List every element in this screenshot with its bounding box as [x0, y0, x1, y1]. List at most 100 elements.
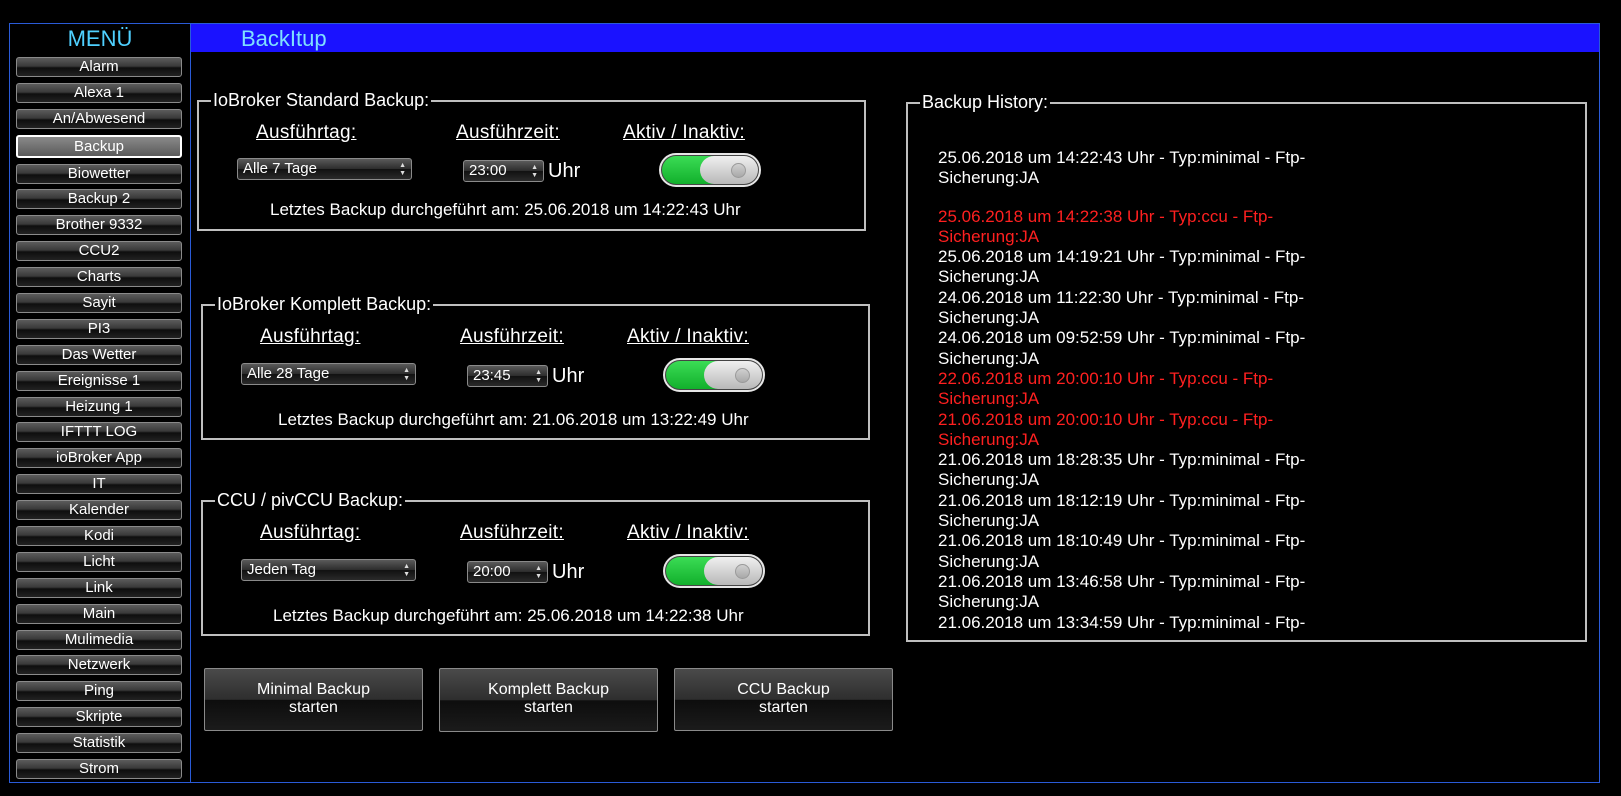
sidebar-item-brother-9332[interactable]: Brother 9332 — [16, 215, 182, 236]
sidebar-item-ereignisse-1[interactable]: Ereignisse 1 — [16, 370, 182, 391]
time-select-value: 23:00 — [469, 162, 507, 179]
sidebar-item-skripte[interactable]: Skripte — [16, 707, 182, 728]
minimal-backup-button[interactable]: Minimal Backup starten — [204, 668, 423, 731]
komplett-backup-button[interactable]: Komplett Backup starten — [439, 668, 658, 732]
standard-backup-group: IoBroker Standard Backup: Ausführtag: Au… — [197, 90, 866, 231]
history-entry-line1: 25.06.2018 um 14:22:38 Uhr - Typ:ccu - F… — [938, 206, 1274, 226]
last-backup-text: Letztes Backup durchgeführt am: 25.06.20… — [273, 606, 744, 625]
active-label: Aktiv / Inaktiv: — [627, 522, 750, 543]
history-entry: 21.06.2018 um 18:10:49 Uhr - Typ:minimal… — [938, 531, 1338, 572]
history-entry-line2: Sicherung:JA — [938, 226, 1040, 246]
toggle-knob — [704, 361, 762, 389]
unit-label: Uhr — [548, 160, 581, 182]
updown-caret-icon: ▲ ▼ — [399, 162, 406, 177]
sidebar-item-iobroker-app[interactable]: ioBroker App — [16, 448, 182, 469]
history-entry-line2: Sicherung:JA — [938, 267, 1040, 287]
sidebar-item-strom[interactable]: Strom — [16, 759, 182, 780]
time-label: Ausführzeit: — [456, 122, 560, 143]
history-entry: 22.06.2018 um 20:00:10 Uhr - Typ:ccu - F… — [938, 369, 1338, 410]
sidebar-item-backup[interactable]: Backup — [16, 134, 182, 158]
toggle-knob — [704, 557, 762, 585]
sidebar-item-sayit[interactable]: Sayit — [16, 293, 182, 314]
history-entry: 25.06.2018 um 14:22:38 Uhr - Typ:ccu - F… — [938, 207, 1338, 248]
history-entry-line2: Sicherung:JA — [938, 592, 1040, 612]
history-entry: 21.06.2018 um 13:34:59 Uhr - Typ:minimal… — [938, 613, 1338, 633]
sidebar-item-alexa-1[interactable]: Alexa 1 — [16, 82, 182, 103]
sidebar-item-ping[interactable]: Ping — [16, 681, 182, 702]
updown-caret-icon: ▲ ▼ — [535, 565, 542, 580]
history-entry-line1: 21.06.2018 um 13:46:58 Uhr - Typ:minimal… — [938, 571, 1306, 591]
sidebar-item-heizung-1[interactable]: Heizung 1 — [16, 396, 182, 417]
button-label-line1: CCU Backup — [737, 681, 830, 698]
sidebar-item-netzwerk[interactable]: Netzwerk — [16, 655, 182, 676]
button-label-line1: Komplett Backup — [488, 681, 609, 698]
page-header: BackItup — [191, 24, 1599, 52]
history-entry-line2: Sicherung:JA — [938, 551, 1040, 571]
history-entry-line1: 25.06.2018 um 14:19:21 Uhr - Typ:minimal… — [938, 247, 1306, 267]
sidebar-item-das-wetter[interactable]: Das Wetter — [16, 344, 182, 365]
sidebar-item-biowetter[interactable]: Biowetter — [16, 163, 182, 184]
day-select[interactable]: Jeden Tag ▲ ▼ — [241, 559, 416, 581]
time-select[interactable]: 23:00 ▲ ▼ — [463, 160, 544, 182]
history-entry-line1: 21.06.2018 um 13:34:59 Uhr - Typ:minimal… — [938, 612, 1306, 632]
day-select-value: Alle 28 Tage — [247, 365, 330, 382]
unit-label: Uhr — [552, 365, 585, 387]
sidebar-item-pi3[interactable]: PI3 — [16, 318, 182, 339]
history-entry-line1: 24.06.2018 um 09:52:59 Uhr - Typ:minimal… — [938, 328, 1306, 348]
sidebar-item-charts[interactable]: Charts — [16, 267, 182, 288]
day-select[interactable]: Alle 7 Tage ▲ ▼ — [237, 158, 412, 180]
active-toggle[interactable] — [663, 554, 765, 588]
history-entry-line2: Sicherung:JA — [938, 308, 1040, 328]
day-label: Ausführtag: — [256, 122, 357, 143]
sidebar-item-kodi[interactable]: Kodi — [16, 526, 182, 547]
unit-label: Uhr — [552, 561, 585, 583]
toggle-knob — [700, 156, 758, 184]
history-list[interactable]: 25.06.2018 um 14:22:43 Uhr - Typ:minimal… — [938, 148, 1338, 633]
sidebar-item-statistik[interactable]: Statistik — [16, 733, 182, 754]
sidebar-item-link[interactable]: Link — [16, 577, 182, 598]
day-select-value: Alle 7 Tage — [243, 160, 317, 177]
history-entry-line2: Sicherung:JA — [938, 511, 1040, 531]
history-entry: 21.06.2018 um 18:28:35 Uhr - Typ:minimal… — [938, 450, 1338, 491]
history-entry-line2: Sicherung:JA — [938, 348, 1040, 368]
history-entry: 25.06.2018 um 14:19:21 Uhr - Typ:minimal… — [938, 247, 1338, 288]
history-entry-line1: 21.06.2018 um 18:12:19 Uhr - Typ:minimal… — [938, 490, 1306, 510]
sidebar-item-alarm[interactable]: Alarm — [16, 57, 182, 77]
time-select-value: 23:45 — [473, 367, 511, 384]
sidebar-item-ccu2[interactable]: CCU2 — [16, 241, 182, 262]
history-legend: Backup History: — [920, 92, 1051, 113]
sidebar-item-mulimedia[interactable]: Mulimedia — [16, 629, 182, 650]
time-select[interactable]: 23:45 ▲ ▼ — [467, 365, 548, 387]
active-toggle[interactable] — [663, 358, 765, 392]
last-backup-text: Letztes Backup durchgeführt am: 21.06.20… — [278, 410, 749, 429]
time-label: Ausführzeit: — [460, 326, 564, 347]
sidebar-item-kalender[interactable]: Kalender — [16, 500, 182, 521]
history-entry: 21.06.2018 um 18:12:19 Uhr - Typ:minimal… — [938, 491, 1338, 532]
sidebar-item-ifttt-log[interactable]: IFTTT LOG — [16, 422, 182, 443]
sidebar: MENÜ Alarm Alexa 1 An/Abwesend Backup Biowet… — [9, 23, 191, 783]
time-select[interactable]: 20:00 ▲ ▼ — [467, 561, 548, 583]
history-entry: 24.06.2018 um 11:22:30 Uhr - Typ:minimal… — [938, 288, 1338, 329]
updown-caret-icon: ▲ ▼ — [535, 369, 542, 384]
ccu-backup-button[interactable]: CCU Backup starten — [674, 668, 893, 731]
menu-list: Alarm Alexa 1 An/Abwesend Backup Biowetter Ba… — [16, 57, 182, 785]
sidebar-item-backup-2[interactable]: Backup 2 — [16, 189, 182, 210]
sidebar-item-an-abwesend[interactable]: An/Abwesend — [16, 108, 182, 129]
history-entry-line2: Sicherung:JA — [938, 470, 1040, 490]
sidebar-item-main[interactable]: Main — [16, 603, 182, 624]
active-toggle[interactable] — [659, 153, 761, 187]
history-entry: 25.06.2018 um 14:22:43 Uhr - Typ:minimal… — [938, 148, 1338, 189]
history-entry-line1: 21.06.2018 um 20:00:10 Uhr - Typ:ccu - F… — [938, 409, 1274, 429]
updown-caret-icon: ▲ ▼ — [403, 367, 410, 382]
day-select[interactable]: Alle 28 Tage ▲ ▼ — [241, 363, 416, 385]
updown-caret-icon: ▲ ▼ — [403, 563, 410, 578]
sidebar-item-it[interactable]: IT — [16, 474, 182, 495]
history-entry-line1: 21.06.2018 um 18:28:35 Uhr - Typ:minimal… — [938, 450, 1306, 470]
sidebar-item-licht[interactable]: Licht — [16, 551, 182, 572]
history-entry-line2: Sicherung:JA — [938, 168, 1040, 188]
history-entry-line2: Sicherung:JA — [938, 389, 1040, 409]
button-label-line2: starten — [524, 699, 573, 716]
page-title: BackItup — [241, 26, 327, 51]
time-select-value: 20:00 — [473, 563, 511, 580]
day-label: Ausführtag: — [260, 522, 361, 543]
